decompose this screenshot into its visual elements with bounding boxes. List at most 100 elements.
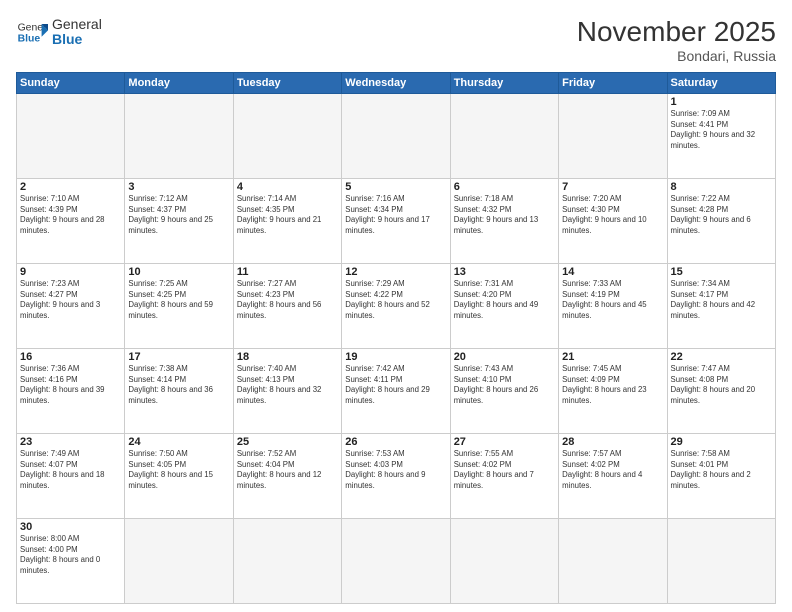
day-number: 3 <box>128 181 229 193</box>
calendar-cell <box>125 94 233 179</box>
calendar-cell <box>450 94 558 179</box>
day-header-thursday: Thursday <box>450 73 558 94</box>
day-number: 16 <box>20 351 121 363</box>
day-number: 7 <box>562 181 663 193</box>
calendar-cell: 10Sunrise: 7:25 AMSunset: 4:25 PMDayligh… <box>125 264 233 349</box>
day-info: Sunrise: 7:29 AMSunset: 4:22 PMDaylight:… <box>345 279 446 321</box>
calendar-cell <box>559 519 667 604</box>
calendar-cell <box>17 94 125 179</box>
calendar-cell: 9Sunrise: 7:23 AMSunset: 4:27 PMDaylight… <box>17 264 125 349</box>
day-header-monday: Monday <box>125 73 233 94</box>
calendar-cell: 13Sunrise: 7:31 AMSunset: 4:20 PMDayligh… <box>450 264 558 349</box>
day-number: 22 <box>671 351 772 363</box>
day-info: Sunrise: 7:16 AMSunset: 4:34 PMDaylight:… <box>345 194 446 236</box>
calendar-cell: 6Sunrise: 7:18 AMSunset: 4:32 PMDaylight… <box>450 179 558 264</box>
day-info: Sunrise: 7:22 AMSunset: 4:28 PMDaylight:… <box>671 194 772 236</box>
calendar-cell: 17Sunrise: 7:38 AMSunset: 4:14 PMDayligh… <box>125 349 233 434</box>
calendar-cell <box>342 94 450 179</box>
day-info: Sunrise: 7:20 AMSunset: 4:30 PMDaylight:… <box>562 194 663 236</box>
day-info: Sunrise: 7:18 AMSunset: 4:32 PMDaylight:… <box>454 194 555 236</box>
calendar-cell: 23Sunrise: 7:49 AMSunset: 4:07 PMDayligh… <box>17 434 125 519</box>
calendar-cell: 24Sunrise: 7:50 AMSunset: 4:05 PMDayligh… <box>125 434 233 519</box>
day-number: 25 <box>237 436 338 448</box>
calendar-cell: 18Sunrise: 7:40 AMSunset: 4:13 PMDayligh… <box>233 349 341 434</box>
day-info: Sunrise: 7:38 AMSunset: 4:14 PMDaylight:… <box>128 364 229 406</box>
calendar-cell: 5Sunrise: 7:16 AMSunset: 4:34 PMDaylight… <box>342 179 450 264</box>
day-number: 9 <box>20 266 121 278</box>
calendar-week-5: 23Sunrise: 7:49 AMSunset: 4:07 PMDayligh… <box>17 434 776 519</box>
calendar-cell: 1Sunrise: 7:09 AMSunset: 4:41 PMDaylight… <box>667 94 775 179</box>
page: General Blue General Blue November 2025 … <box>0 0 792 612</box>
day-number: 23 <box>20 436 121 448</box>
day-number: 21 <box>562 351 663 363</box>
calendar-cell: 11Sunrise: 7:27 AMSunset: 4:23 PMDayligh… <box>233 264 341 349</box>
calendar-cell: 26Sunrise: 7:53 AMSunset: 4:03 PMDayligh… <box>342 434 450 519</box>
day-info: Sunrise: 7:57 AMSunset: 4:02 PMDaylight:… <box>562 449 663 491</box>
calendar-cell: 4Sunrise: 7:14 AMSunset: 4:35 PMDaylight… <box>233 179 341 264</box>
day-number: 17 <box>128 351 229 363</box>
logo-icon: General Blue <box>16 16 48 48</box>
day-number: 5 <box>345 181 446 193</box>
day-number: 2 <box>20 181 121 193</box>
title-block: November 2025 Bondari, Russia <box>577 16 776 64</box>
day-info: Sunrise: 7:25 AMSunset: 4:25 PMDaylight:… <box>128 279 229 321</box>
day-info: Sunrise: 7:34 AMSunset: 4:17 PMDaylight:… <box>671 279 772 321</box>
day-info: Sunrise: 7:42 AMSunset: 4:11 PMDaylight:… <box>345 364 446 406</box>
calendar-week-3: 9Sunrise: 7:23 AMSunset: 4:27 PMDaylight… <box>17 264 776 349</box>
day-info: Sunrise: 7:10 AMSunset: 4:39 PMDaylight:… <box>20 194 121 236</box>
calendar-week-2: 2Sunrise: 7:10 AMSunset: 4:39 PMDaylight… <box>17 179 776 264</box>
logo-blue-text: Blue <box>52 32 102 47</box>
day-info: Sunrise: 7:58 AMSunset: 4:01 PMDaylight:… <box>671 449 772 491</box>
day-info: Sunrise: 7:23 AMSunset: 4:27 PMDaylight:… <box>20 279 121 321</box>
header: General Blue General Blue November 2025 … <box>16 16 776 64</box>
calendar-cell: 29Sunrise: 7:58 AMSunset: 4:01 PMDayligh… <box>667 434 775 519</box>
calendar-cell: 25Sunrise: 7:52 AMSunset: 4:04 PMDayligh… <box>233 434 341 519</box>
day-number: 18 <box>237 351 338 363</box>
day-info: Sunrise: 7:12 AMSunset: 4:37 PMDaylight:… <box>128 194 229 236</box>
day-info: Sunrise: 7:45 AMSunset: 4:09 PMDaylight:… <box>562 364 663 406</box>
calendar-week-4: 16Sunrise: 7:36 AMSunset: 4:16 PMDayligh… <box>17 349 776 434</box>
day-info: Sunrise: 7:31 AMSunset: 4:20 PMDaylight:… <box>454 279 555 321</box>
calendar-cell: 21Sunrise: 7:45 AMSunset: 4:09 PMDayligh… <box>559 349 667 434</box>
calendar-cell <box>125 519 233 604</box>
calendar-cell <box>233 94 341 179</box>
calendar-cell: 8Sunrise: 7:22 AMSunset: 4:28 PMDaylight… <box>667 179 775 264</box>
logo-general-text: General <box>52 17 102 32</box>
day-header-sunday: Sunday <box>17 73 125 94</box>
calendar-week-1: 1Sunrise: 7:09 AMSunset: 4:41 PMDaylight… <box>17 94 776 179</box>
day-number: 13 <box>454 266 555 278</box>
day-info: Sunrise: 7:33 AMSunset: 4:19 PMDaylight:… <box>562 279 663 321</box>
day-info: Sunrise: 7:50 AMSunset: 4:05 PMDaylight:… <box>128 449 229 491</box>
day-number: 15 <box>671 266 772 278</box>
calendar-cell: 19Sunrise: 7:42 AMSunset: 4:11 PMDayligh… <box>342 349 450 434</box>
day-header-wednesday: Wednesday <box>342 73 450 94</box>
day-info: Sunrise: 7:55 AMSunset: 4:02 PMDaylight:… <box>454 449 555 491</box>
day-header-tuesday: Tuesday <box>233 73 341 94</box>
day-info: Sunrise: 7:36 AMSunset: 4:16 PMDaylight:… <box>20 364 121 406</box>
month-title: November 2025 <box>577 16 776 48</box>
day-header-saturday: Saturday <box>667 73 775 94</box>
day-number: 14 <box>562 266 663 278</box>
day-number: 20 <box>454 351 555 363</box>
day-info: Sunrise: 7:49 AMSunset: 4:07 PMDaylight:… <box>20 449 121 491</box>
calendar-cell: 27Sunrise: 7:55 AMSunset: 4:02 PMDayligh… <box>450 434 558 519</box>
calendar-cell: 28Sunrise: 7:57 AMSunset: 4:02 PMDayligh… <box>559 434 667 519</box>
calendar-cell: 22Sunrise: 7:47 AMSunset: 4:08 PMDayligh… <box>667 349 775 434</box>
day-info: Sunrise: 7:43 AMSunset: 4:10 PMDaylight:… <box>454 364 555 406</box>
day-info: Sunrise: 7:14 AMSunset: 4:35 PMDaylight:… <box>237 194 338 236</box>
day-number: 28 <box>562 436 663 448</box>
day-info: Sunrise: 7:52 AMSunset: 4:04 PMDaylight:… <box>237 449 338 491</box>
day-info: Sunrise: 7:40 AMSunset: 4:13 PMDaylight:… <box>237 364 338 406</box>
calendar-cell: 12Sunrise: 7:29 AMSunset: 4:22 PMDayligh… <box>342 264 450 349</box>
day-info: Sunrise: 7:09 AMSunset: 4:41 PMDaylight:… <box>671 109 772 151</box>
day-header-friday: Friday <box>559 73 667 94</box>
day-number: 11 <box>237 266 338 278</box>
calendar-cell: 20Sunrise: 7:43 AMSunset: 4:10 PMDayligh… <box>450 349 558 434</box>
day-number: 12 <box>345 266 446 278</box>
calendar-cell: 15Sunrise: 7:34 AMSunset: 4:17 PMDayligh… <box>667 264 775 349</box>
calendar-cell: 14Sunrise: 7:33 AMSunset: 4:19 PMDayligh… <box>559 264 667 349</box>
calendar-table: SundayMondayTuesdayWednesdayThursdayFrid… <box>16 72 776 604</box>
calendar-cell <box>450 519 558 604</box>
calendar-header-row: SundayMondayTuesdayWednesdayThursdayFrid… <box>17 73 776 94</box>
calendar-cell: 30Sunrise: 8:00 AMSunset: 4:00 PMDayligh… <box>17 519 125 604</box>
